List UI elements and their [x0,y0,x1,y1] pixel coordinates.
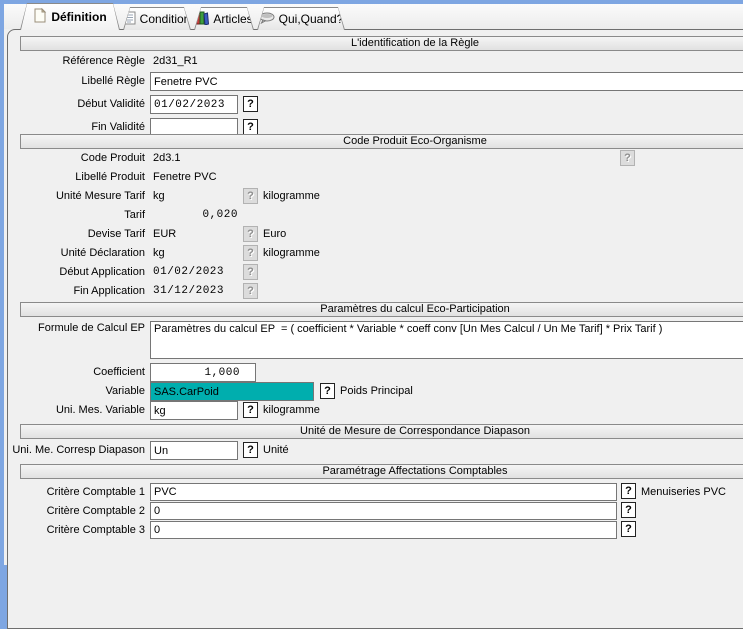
unite-declaration-label: Unité Déclaration [5,247,145,259]
variable-input[interactable] [150,382,314,401]
libelle-produit-label: Libellé Produit [5,171,145,183]
uni-me-corresp-input[interactable] [150,441,238,460]
coefficient-input[interactable] [150,363,256,382]
fin-application-help-button: ? [243,283,258,299]
unite-mesure-tarif-help-button: ? [243,188,258,204]
section-identification-header: L'identification de la Règle [20,36,743,51]
devise-tarif-help-button: ? [243,226,258,242]
formule-calcul-textarea[interactable]: Paramètres du calcul EP = ( coefficient … [150,321,743,359]
critere-comptable-1-suffix: Menuiseries PVC [641,486,726,498]
critere-comptable-2-label: Critère Comptable 2 [5,505,145,517]
debut-application-help-button: ? [243,264,258,280]
critere-comptable-2-input[interactable] [150,502,617,520]
variable-label: Variable [5,385,145,397]
critere-comptable-1-label: Critère Comptable 1 [5,486,145,498]
tab-definition-label: Définition [51,10,106,24]
critere-comptable-1-help-button[interactable]: ? [621,483,636,499]
code-produit-help-button: ? [620,150,635,166]
variable-suffix: Poids Principal [340,385,413,397]
tab-articles[interactable]: Articles [194,7,254,30]
tab-bar: Définition Condition Articles Qui,Quand? [20,3,348,30]
unite-mesure-tarif-label: Unité Mesure Tarif [5,190,145,202]
tab-qui-quand[interactable]: Qui,Quand? [257,7,345,30]
formule-calcul-label: Formule de Calcul EP [5,322,145,334]
libelle-regle-label: Libellé Règle [5,75,145,87]
critere-comptable-3-help-button[interactable]: ? [621,521,636,537]
code-produit-label: Code Produit [5,152,145,164]
fin-validite-label: Fin Validité [5,121,145,133]
libelle-produit-value: Fenetre PVC [153,171,217,183]
coefficient-label: Coefficient [5,366,145,378]
reference-regle-label: Référence Règle [5,55,145,67]
critere-comptable-1-input[interactable] [150,483,617,501]
tab-condition[interactable]: Condition [123,7,191,30]
uni-mes-variable-suffix: kilogramme [263,404,320,416]
tab-articles-label: Articles [213,12,252,26]
debut-application-value: 01/02/2023 [153,266,224,278]
unite-declaration-suffix: kilogramme [263,247,320,259]
uni-me-corresp-label: Uni. Me. Corresp Diapason [5,444,145,456]
debut-application-label: Début Application [5,266,145,278]
uni-mes-variable-help-button[interactable]: ? [243,402,258,418]
debut-validite-label: Début Validité [5,98,145,110]
tarif-label: Tarif [5,209,145,221]
fin-application-label: Fin Application [5,285,145,297]
variable-help-button[interactable]: ? [320,383,335,399]
libelle-regle-input[interactable] [150,72,743,91]
unite-declaration-value: kg [153,247,165,259]
section-affectations-header: Paramétrage Affectations Comptables [20,464,743,479]
devise-tarif-suffix: Euro [263,228,286,240]
document-lines-icon [124,11,136,28]
uni-mes-variable-input[interactable] [150,401,238,420]
tab-qui-quand-label: Qui,Quand? [279,12,344,26]
tab-definition[interactable]: Définition [20,3,120,30]
critere-comptable-3-label: Critère Comptable 3 [5,524,145,536]
section-unite-diapason-header: Unité de Mesure de Correspondance Diapas… [20,424,743,439]
uni-me-corresp-suffix: Unité [263,444,289,456]
speech-bubble-icon [259,12,275,27]
rule-definition-window: { "tabs": { "definition": { "label": "Dé… [0,0,743,565]
section-code-produit-header: Code Produit Eco-Organisme [20,134,743,149]
unite-declaration-help-button: ? [243,245,258,261]
devise-tarif-value: EUR [153,228,176,240]
page-icon [33,8,47,26]
critere-comptable-3-input[interactable] [150,521,617,539]
uni-me-corresp-help-button[interactable]: ? [243,442,258,458]
books-icon [195,11,209,28]
devise-tarif-label: Devise Tarif [5,228,145,240]
tarif-value: 0,020 [150,209,238,221]
critere-comptable-2-help-button[interactable]: ? [621,502,636,518]
reference-regle-value: 2d31_R1 [153,55,198,67]
unite-mesure-tarif-suffix: kilogramme [263,190,320,202]
uni-mes-variable-label: Uni. Mes. Variable [5,404,145,416]
fin-validite-help-button[interactable]: ? [243,119,258,135]
unite-mesure-tarif-value: kg [153,190,165,202]
tab-condition-label: Condition [140,12,191,26]
debut-validite-input[interactable] [150,95,238,114]
section-parametres-calcul-header: Paramètres du calcul Eco-Participation [20,302,743,317]
code-produit-value: 2d3.1 [153,152,181,164]
fin-application-value: 31/12/2023 [153,285,224,297]
debut-validite-help-button[interactable]: ? [243,96,258,112]
